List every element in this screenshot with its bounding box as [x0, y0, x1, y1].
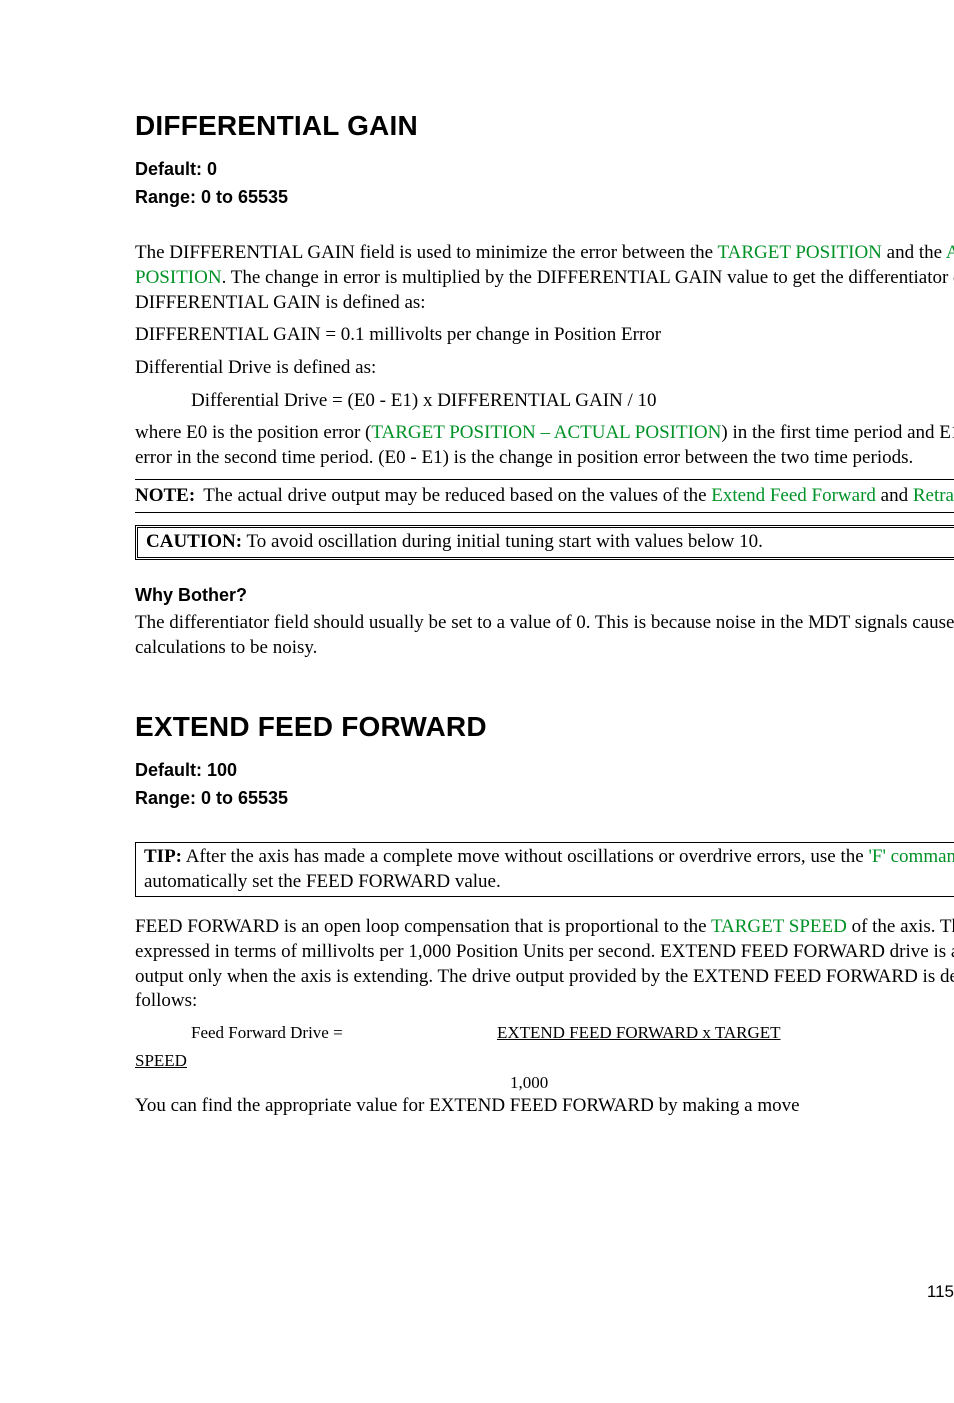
- heading-differential-gain: DIFFERENTIAL GAIN: [135, 108, 954, 144]
- caution-label: CAUTION:: [146, 531, 242, 552]
- link-f-command[interactable]: 'F' command: [868, 846, 954, 867]
- body-text: where E0 is the position error (: [135, 422, 371, 443]
- tip-label: TIP:: [144, 846, 182, 867]
- default-line: Default: 0: [135, 158, 954, 181]
- formula-line: SPEED: [135, 1050, 954, 1072]
- equation: DIFFERENTIAL GAIN = 0.1 millivolts per c…: [135, 323, 954, 348]
- tip-box: TIP: After the axis has made a complete …: [135, 842, 954, 897]
- default-line: Default: 100: [135, 759, 954, 782]
- body-text: The DIFFERENTIAL GAIN field is used to m…: [135, 242, 718, 263]
- note-body: The actual drive output may be reduced b…: [203, 484, 954, 509]
- formula-numerator: EXTEND FEED FORWARD x TARGET: [497, 1022, 781, 1044]
- body-text: After the axis has made a complete move …: [182, 846, 868, 867]
- body-text: The actual drive output may be reduced b…: [203, 485, 711, 506]
- paragraph: You can find the appropriate value for E…: [135, 1094, 954, 1119]
- formula-lhs: Feed Forward Drive =: [191, 1022, 343, 1044]
- link-target-speed[interactable]: TARGET SPEED: [711, 916, 847, 937]
- paragraph: FEED FORWARD is an open loop compensatio…: [135, 915, 954, 1014]
- paragraph: where E0 is the position error (TARGET P…: [135, 421, 954, 470]
- paragraph: The DIFFERENTIAL GAIN field is used to m…: [135, 241, 954, 315]
- formula-denominator: 1,000: [510, 1072, 954, 1094]
- subheading-why-bother: Why Bother?: [135, 584, 954, 607]
- range-line: Range: 0 to 65535: [135, 787, 954, 810]
- link-extend-feed-forward[interactable]: Extend Feed Forward: [711, 485, 876, 506]
- link-target-position[interactable]: TARGET POSITION: [718, 242, 882, 263]
- paragraph: Differential Drive is defined as:: [135, 356, 954, 381]
- note-block: NOTE: The actual drive output may be red…: [135, 479, 954, 514]
- formula-speed: SPEED: [135, 1051, 187, 1070]
- caution-box: CAUTION: To avoid oscillation during ini…: [135, 525, 954, 560]
- body-text: FEED FORWARD is an open loop compensatio…: [135, 916, 711, 937]
- note-label: NOTE:: [135, 484, 203, 509]
- link-retract-feed-forward[interactable]: Retract Feed Forward: [913, 485, 954, 506]
- caution-text: To avoid oscillation during initial tuni…: [242, 531, 763, 552]
- equation: Differential Drive = (E0 - E1) x DIFFERE…: [135, 389, 954, 414]
- page-number: 115: [927, 1281, 954, 1303]
- heading-extend-feed-forward: EXTEND FEED FORWARD: [135, 709, 954, 745]
- body-text: and: [876, 485, 913, 506]
- link-position-error[interactable]: TARGET POSITION – ACTUAL POSITION: [371, 422, 721, 443]
- range-line: Range: 0 to 65535: [135, 186, 954, 209]
- paragraph: The differentiator field should usually …: [135, 611, 954, 660]
- body-text: and the: [882, 242, 946, 263]
- body-text: . The change in error is multiplied by t…: [135, 267, 954, 313]
- formula-line: Feed Forward Drive = EXTEND FEED FORWARD…: [135, 1022, 954, 1044]
